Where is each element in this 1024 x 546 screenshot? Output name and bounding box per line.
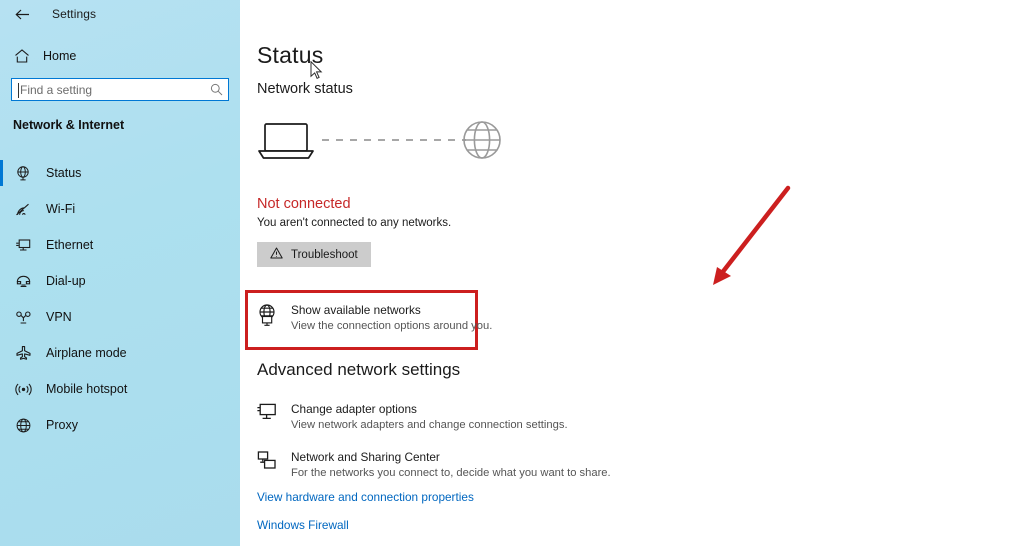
network-status-heading: Network status (257, 81, 353, 97)
network-diagram (254, 118, 514, 166)
sidebar-item-wifi[interactable]: Wi-Fi (0, 191, 240, 227)
troubleshoot-label: Troubleshoot (291, 248, 358, 261)
airplane-icon (13, 343, 33, 363)
sidebar-section-title: Network & Internet (13, 118, 125, 132)
sidebar: Settings Home Find a setting Network & I… (0, 0, 240, 546)
window-titlebar: Settings (0, 0, 240, 28)
sidebar-nav-list: Status Wi-Fi Ethernet Dial-up VPN Airpla… (0, 155, 240, 443)
sidebar-item-proxy[interactable]: Proxy (0, 407, 240, 443)
app-title: Settings (52, 7, 97, 21)
sidebar-item-label-home: Home (43, 49, 77, 63)
network-sharing-center-item[interactable]: Network and Sharing Center For the netwo… (256, 450, 611, 479)
monitor-icon (256, 402, 278, 426)
card-title: Show available networks (291, 303, 421, 317)
hotspot-icon (13, 379, 33, 399)
sidebar-item-label: Airplane mode (46, 346, 127, 360)
wifi-icon (13, 199, 33, 219)
text-caret (18, 83, 19, 98)
item-title: Change adapter options (291, 402, 417, 416)
change-adapter-options-item[interactable]: Change adapter options View network adap… (256, 402, 568, 431)
back-arrow-icon[interactable] (6, 1, 38, 27)
red-arrow-annotation (700, 180, 810, 305)
item-text: Network and Sharing Center For the netwo… (291, 450, 611, 479)
item-subtitle: View network adapters and change connect… (291, 419, 568, 431)
windows-firewall-link[interactable]: Windows Firewall (257, 518, 349, 532)
sidebar-item-label: Status (46, 166, 82, 180)
dialup-phone-icon (13, 271, 33, 291)
search-container[interactable]: Find a setting (11, 78, 229, 101)
search-placeholder: Find a setting (20, 82, 93, 97)
settings-window: Settings Home Find a setting Network & I… (0, 0, 1024, 546)
selection-accent-bar (0, 160, 3, 186)
sidebar-item-airplane-mode[interactable]: Airplane mode (0, 335, 240, 371)
sidebar-item-label: Proxy (46, 418, 78, 432)
ethernet-icon (13, 235, 33, 255)
troubleshoot-button[interactable]: Troubleshoot (257, 242, 371, 267)
globe-monitor-icon (256, 303, 278, 327)
sharing-icon (256, 450, 278, 474)
globe-monitor-icon (13, 163, 33, 183)
card-text: Show available networks View the connect… (291, 303, 492, 332)
card-subtitle: View the connection options around you. (291, 320, 493, 332)
sidebar-item-home[interactable]: Home (0, 44, 240, 68)
item-subtitle: For the networks you connect to, decide … (291, 467, 611, 479)
main-content: Status Network status Not connected You … (240, 0, 1024, 546)
laptop-icon (258, 123, 314, 159)
sidebar-item-label: Wi-Fi (46, 202, 76, 216)
item-text: Change adapter options View network adap… (291, 402, 568, 431)
globe-icon (13, 415, 33, 435)
home-icon (13, 48, 31, 64)
sidebar-item-label: Ethernet (46, 238, 94, 252)
sidebar-item-label: Mobile hotspot (46, 382, 128, 396)
sidebar-item-label: Dial-up (46, 274, 86, 288)
view-hardware-properties-link[interactable]: View hardware and connection properties (257, 490, 474, 504)
connection-description: You aren't connected to any networks. (257, 217, 452, 229)
globe-icon (463, 121, 501, 159)
sidebar-item-ethernet[interactable]: Ethernet (0, 227, 240, 263)
warning-triangle-icon (270, 246, 283, 264)
sidebar-item-vpn[interactable]: VPN (0, 299, 240, 335)
connection-state: Not connected (257, 196, 351, 212)
show-available-networks-item[interactable]: Show available networks View the connect… (256, 303, 492, 332)
vpn-icon (13, 307, 33, 327)
search-input[interactable]: Find a setting (11, 78, 229, 101)
sidebar-item-dialup[interactable]: Dial-up (0, 263, 240, 299)
advanced-settings-heading: Advanced network settings (257, 360, 461, 379)
sidebar-item-status[interactable]: Status (0, 155, 240, 191)
search-icon[interactable] (210, 79, 223, 100)
item-title: Network and Sharing Center (291, 450, 440, 464)
sidebar-item-label: VPN (46, 310, 72, 324)
sidebar-item-mobile-hotspot[interactable]: Mobile hotspot (0, 371, 240, 407)
